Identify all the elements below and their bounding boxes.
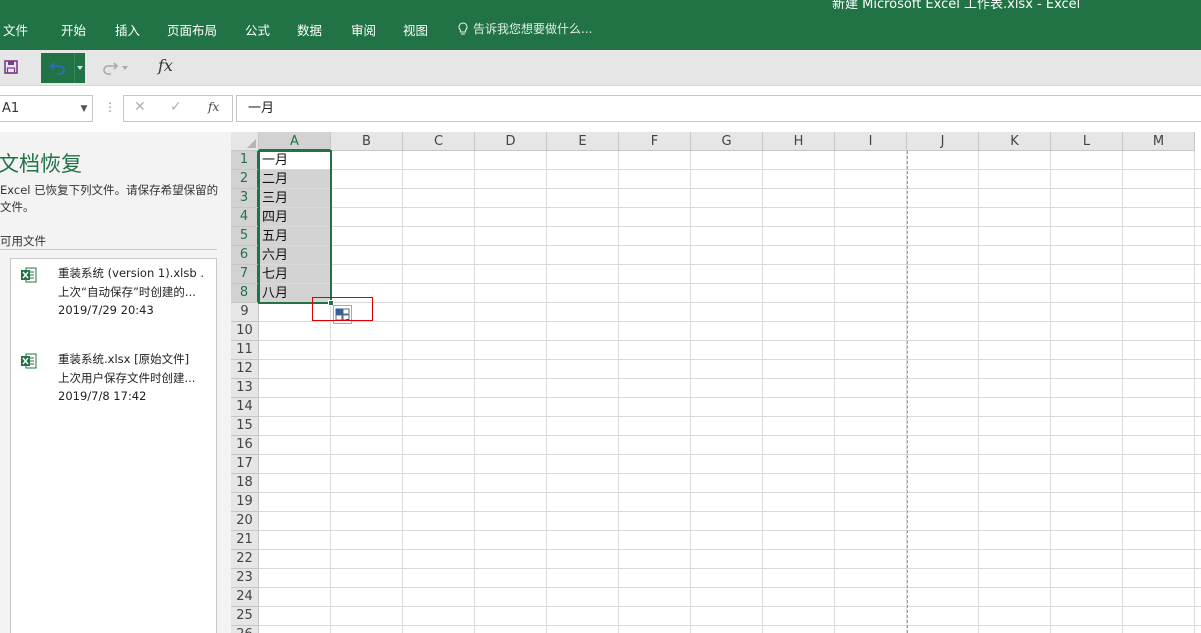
row-header-3[interactable]: 3	[231, 189, 259, 208]
row-header-11[interactable]: 11	[231, 341, 259, 360]
row-header-18[interactable]: 18	[231, 474, 259, 493]
column-header-g[interactable]: G	[691, 132, 763, 151]
row-header-17[interactable]: 17	[231, 455, 259, 474]
tab-file[interactable]: 文件	[3, 20, 28, 39]
row-header-10[interactable]: 10	[231, 322, 259, 341]
redo-button[interactable]	[101, 57, 137, 79]
excel-window: 新建 Microsoft Excel 工作表.xlsx - Excel 文件 开…	[0, 0, 1201, 633]
column-header-l[interactable]: L	[1051, 132, 1123, 151]
column-header-c[interactable]: C	[403, 132, 475, 151]
save-icon	[4, 60, 18, 74]
tab-insert[interactable]: 插入	[115, 20, 140, 39]
column-header-h[interactable]: H	[763, 132, 835, 151]
row-header-22[interactable]: 22	[231, 550, 259, 569]
available-files-label: 可用文件	[0, 234, 46, 248]
name-box[interactable]: A1 ▼	[0, 95, 93, 122]
row-header-19[interactable]: 19	[231, 493, 259, 512]
undo-dropdown[interactable]	[74, 53, 85, 83]
quick-access-toolbar	[0, 50, 1201, 86]
row-header-15[interactable]: 15	[231, 417, 259, 436]
recovery-description: Excel 已恢复下列文件。请保存希望保留的文件。	[0, 183, 219, 214]
recovery-file-item[interactable]: 重装系统.xlsx [原始文件] 上次用户保存文件时创建... 2019/7/8…	[21, 349, 216, 411]
checkmark-icon[interactable]: ✓	[170, 99, 182, 115]
select-all-icon	[247, 139, 256, 148]
fx-icon[interactable]: fx	[208, 100, 219, 114]
more-options-icon[interactable]: ⋮	[104, 100, 116, 114]
page-break-line	[907, 151, 908, 633]
row-header-2[interactable]: 2	[231, 170, 259, 189]
row-header-12[interactable]: 12	[231, 360, 259, 379]
formula-input[interactable]: 一月	[236, 95, 1201, 122]
tell-me-placeholder: 告诉我您想要做什么...	[473, 22, 593, 36]
lightbulb-icon	[458, 21, 468, 35]
column-header-k[interactable]: K	[979, 132, 1051, 151]
row-header-14[interactable]: 14	[231, 398, 259, 417]
recovery-file-list: 重装系统 (version 1).xlsb . 上次“自动保存”时创建的... …	[10, 258, 217, 633]
row-header-26[interactable]: 26	[231, 626, 259, 633]
column-header-f[interactable]: F	[619, 132, 691, 151]
select-all-button[interactable]	[231, 132, 259, 151]
highlight-box	[312, 297, 373, 321]
undo-icon	[49, 62, 65, 75]
column-header-i[interactable]: I	[835, 132, 907, 151]
row-header-13[interactable]: 13	[231, 379, 259, 398]
chevron-down-icon[interactable]: ▼	[76, 104, 92, 114]
save-button[interactable]	[2, 58, 20, 76]
excel-file-icon	[21, 267, 37, 283]
chevron-down-icon	[122, 66, 128, 70]
recovery-file-status: 上次“自动保存”时创建的...	[58, 285, 196, 299]
divider	[0, 249, 217, 250]
row-header-7[interactable]: 7	[231, 265, 259, 284]
row-header-25[interactable]: 25	[231, 607, 259, 626]
recovery-file-name: 重装系统.xlsx [原始文件]	[58, 352, 190, 366]
tab-view[interactable]: 视图	[403, 20, 428, 39]
redo-icon	[103, 62, 119, 75]
row-header-8[interactable]: 8	[231, 284, 259, 303]
recovery-file-time: 2019/7/8 17:42	[58, 389, 147, 403]
column-header-m[interactable]: M	[1123, 132, 1195, 151]
tab-data[interactable]: 数据	[297, 20, 322, 39]
row-header-16[interactable]: 16	[231, 436, 259, 455]
row-header-9[interactable]: 9	[231, 303, 259, 322]
row-header-6[interactable]: 6	[231, 246, 259, 265]
column-header-b[interactable]: B	[331, 132, 403, 151]
row-header-24[interactable]: 24	[231, 588, 259, 607]
tell-me-search[interactable]: 告诉我您想要做什么...	[457, 20, 592, 37]
recovery-file-status: 上次用户保存文件时创建...	[58, 371, 196, 385]
tab-page-layout[interactable]: 页面布局	[167, 20, 217, 39]
cancel-icon[interactable]: ✕	[134, 99, 146, 115]
gridlines	[259, 151, 1201, 633]
recovery-file-item[interactable]: 重装系统 (version 1).xlsb . 上次“自动保存”时创建的... …	[21, 263, 216, 325]
formula-buttons: ✕ ✓ fx	[123, 95, 233, 122]
row-header-5[interactable]: 5	[231, 227, 259, 246]
worksheet-grid[interactable]: ABCDEFGHIJKLM 1 2 3 4 5 6 7 8 9 10 11 12 13 14 15 16 17 1…	[231, 132, 1201, 633]
column-header-d[interactable]: D	[475, 132, 547, 151]
row-header-4[interactable]: 4	[231, 208, 259, 227]
name-box-value: A1	[2, 101, 20, 116]
recovery-title: 文档恢复	[0, 152, 82, 176]
chevron-down-icon	[77, 66, 83, 70]
tab-review[interactable]: 审阅	[351, 20, 376, 39]
excel-file-icon	[21, 353, 37, 369]
row-header-1[interactable]: 1	[231, 151, 259, 170]
undo-button[interactable]	[41, 53, 85, 83]
ribbon-tab-bar: 新建 Microsoft Excel 工作表.xlsx - Excel 文件 开…	[0, 0, 1201, 50]
selection-border	[258, 150, 332, 304]
column-header-j[interactable]: J	[907, 132, 979, 151]
row-header-21[interactable]: 21	[231, 531, 259, 550]
column-header-e[interactable]: E	[547, 132, 619, 151]
row-header-23[interactable]: 23	[231, 569, 259, 588]
undo-main[interactable]	[41, 53, 74, 83]
tab-formulas[interactable]: 公式	[245, 20, 270, 39]
recovery-file-name: 重装系统 (version 1).xlsb .	[58, 266, 204, 280]
insert-function-button[interactable]: fx	[158, 56, 173, 75]
window-title: 新建 Microsoft Excel 工作表.xlsx - Excel	[832, 0, 1081, 12]
tab-home[interactable]: 开始	[61, 20, 86, 39]
recovery-file-time: 2019/7/29 20:43	[58, 303, 154, 317]
column-header-a[interactable]: A	[259, 132, 331, 151]
row-header-20[interactable]: 20	[231, 512, 259, 531]
